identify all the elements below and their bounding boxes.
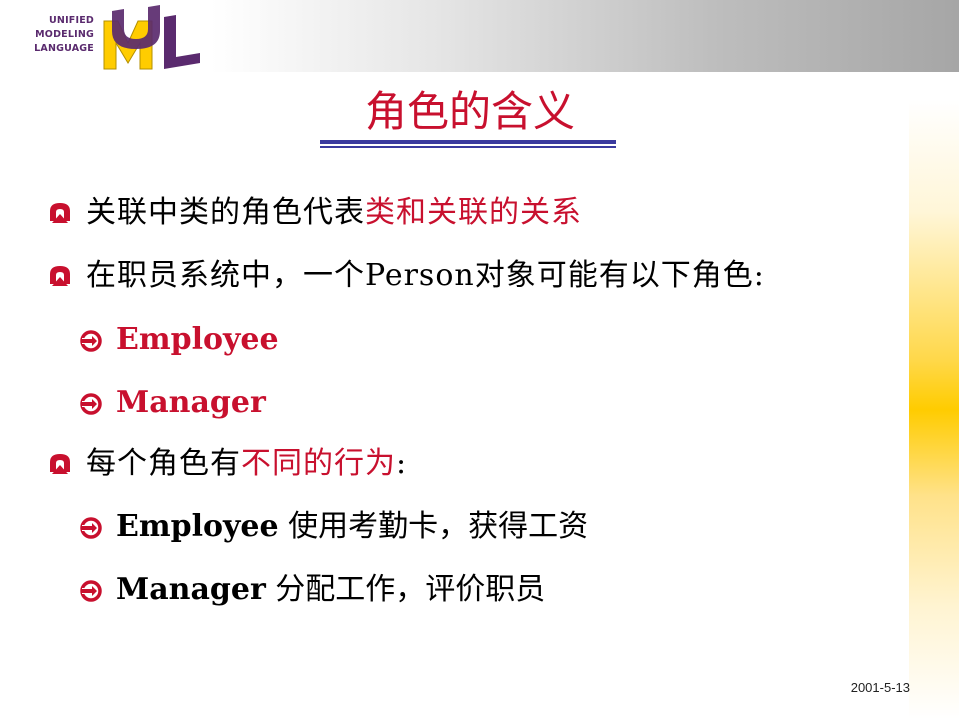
title-underline bbox=[320, 140, 616, 144]
sub-bullet-tail: 使用考勤卡，获得工资 bbox=[278, 509, 589, 544]
arrow-bullet-icon bbox=[80, 330, 102, 352]
bullet-item: 每个角色有不同的行为: bbox=[48, 444, 407, 484]
page-title: 角色的含义 bbox=[364, 87, 575, 136]
bullet-item: 在职员系统中，一个Person对象可能有以下角色: bbox=[48, 256, 765, 296]
bullet-highlight: 不同的行为 bbox=[241, 446, 396, 481]
right-gradient-band bbox=[909, 100, 959, 719]
title-underline bbox=[320, 146, 616, 148]
sub-bullet-tail: 分配工作，评价职员 bbox=[265, 572, 546, 607]
footer-date: 2001-5-13 bbox=[850, 680, 910, 695]
bullet-tail: : bbox=[396, 446, 408, 481]
arrow-bullet-icon bbox=[80, 393, 102, 415]
bullet-text: 在职员系统中，一个Person对象可能有以下角色: bbox=[86, 258, 765, 293]
arrow-bullet-icon bbox=[80, 517, 102, 539]
wingdings-bullet-icon bbox=[50, 203, 70, 223]
sub-bullet-item: Manager bbox=[80, 383, 266, 423]
bullet-item: 关联中类的角色代表类和关联的关系 bbox=[48, 193, 582, 233]
wingdings-bullet-icon bbox=[50, 266, 70, 286]
sub-bullet-text: Employee bbox=[116, 322, 279, 357]
bullet-text: 关联中类的角色代表 bbox=[86, 195, 365, 230]
bullet-highlight: 类和关联的关系 bbox=[365, 195, 582, 230]
bullet-text: 每个角色有 bbox=[86, 446, 241, 481]
uml-logo-icon bbox=[103, 5, 200, 70]
sub-bullet-text: Employee bbox=[116, 509, 279, 544]
sub-bullet-item: Employee 使用考勤卡，获得工资 bbox=[80, 507, 588, 547]
arrow-bullet-icon bbox=[80, 580, 102, 602]
sub-bullet-item: Employee bbox=[80, 320, 279, 360]
sub-bullet-text: Manager bbox=[116, 385, 266, 420]
sub-bullet-text: Manager bbox=[116, 572, 266, 607]
sub-bullet-item: Manager 分配工作，评价职员 bbox=[80, 570, 545, 610]
wingdings-bullet-icon bbox=[50, 454, 70, 474]
